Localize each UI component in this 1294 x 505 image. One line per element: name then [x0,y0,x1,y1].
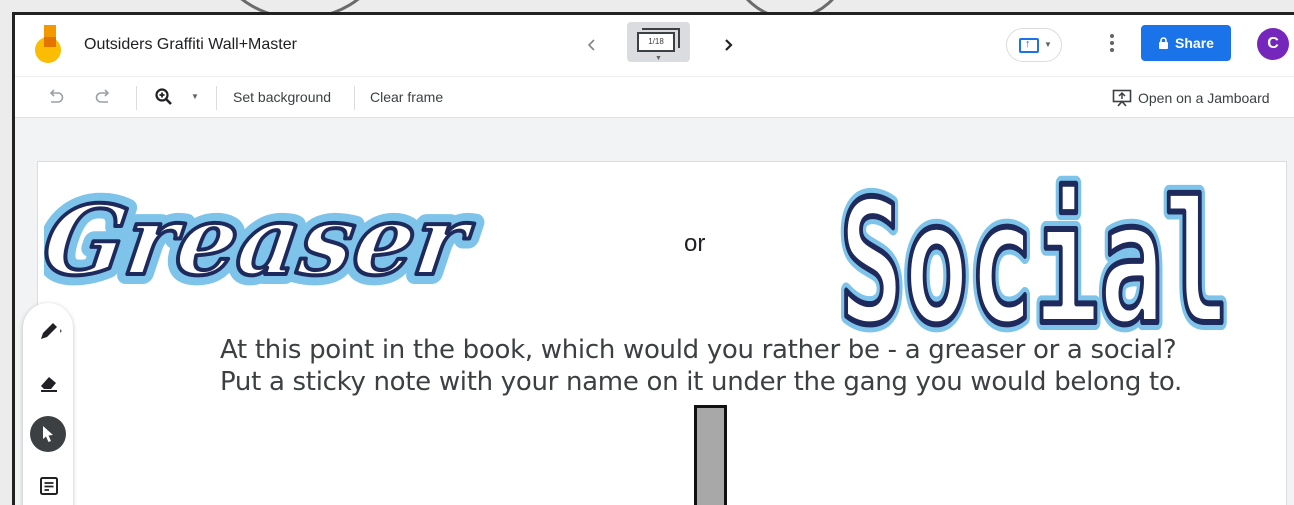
undo-button[interactable] [44,85,68,109]
jamboard-window: Outsiders Graffiti Wall+Master 1/18 ▼ ↑ … [12,12,1294,505]
redo-icon [95,89,110,103]
sticky-note-tool-button[interactable] [36,474,62,498]
toolbar-divider [216,86,217,110]
frame-counter: 1/18 [637,32,675,52]
toolbar-divider [136,86,137,110]
zoom-button[interactable] [152,85,176,109]
open-on-jamboard-label: Open on a Jamboard [1138,90,1270,106]
sticky-note-icon [40,477,58,495]
toolbar: ▼ Set background Clear frame Open on a J… [15,76,1294,118]
undo-icon [49,89,64,103]
cursor-icon [43,426,53,442]
jamboard-logo [35,25,61,63]
chevron-right-icon [725,39,733,51]
redo-button[interactable] [91,85,115,109]
document-title[interactable]: Outsiders Graffiti Wall+Master [84,36,297,54]
arrow-up-icon: ↑ [1025,38,1031,50]
social-graffiti-word[interactable]: Social Social [823,162,1245,342]
open-on-jamboard-button[interactable]: Open on a Jamboard [1112,89,1270,107]
set-background-button[interactable]: Set background [233,89,331,105]
more-options-icon[interactable] [1102,31,1122,55]
whiteboard-canvas[interactable]: Greaser Greaser or Social Social At this… [37,161,1287,505]
zoom-in-icon [155,88,172,105]
app-header: Outsiders Graffiti Wall+Master 1/18 ▼ ↑ … [15,15,1294,76]
eraser-tool-button[interactable] [36,371,62,395]
share-button[interactable]: Share [1141,25,1231,61]
divider-bar-shape[interactable] [694,405,727,505]
svg-text:Greaser: Greaser [44,183,480,296]
user-avatar[interactable]: C [1257,28,1289,60]
lock-icon [1159,36,1169,49]
select-tool-button[interactable] [30,416,66,452]
drawing-tools-panel [23,303,73,505]
svg-text:Social: Social [839,165,1229,342]
or-text[interactable]: or [684,230,705,258]
pen-tool-button[interactable] [38,319,64,343]
chevron-left-icon [587,39,595,51]
previous-frame-button[interactable] [580,33,604,57]
prompt-text-line[interactable]: Put a sticky note with your name on it u… [220,367,1182,397]
share-label: Share [1175,35,1214,51]
prompt-text-line[interactable]: At this point in the book, which would y… [220,335,1177,365]
clear-frame-button[interactable]: Clear frame [370,89,443,105]
next-frame-button[interactable] [716,33,740,57]
toolbar-divider [354,86,355,110]
jamboard-device-icon [1112,89,1132,107]
caret-down-icon: ▼ [1044,40,1052,49]
zoom-dropdown-icon[interactable]: ▼ [188,89,202,103]
greaser-graffiti-word[interactable]: Greaser Greaser [44,174,644,304]
frame-bar-toggle[interactable]: 1/18 ▼ [627,22,690,62]
eraser-icon [41,377,57,392]
present-button[interactable]: ↑ ▼ [1006,28,1062,62]
caret-down-icon: ▼ [655,55,662,62]
pen-icon [41,323,62,339]
